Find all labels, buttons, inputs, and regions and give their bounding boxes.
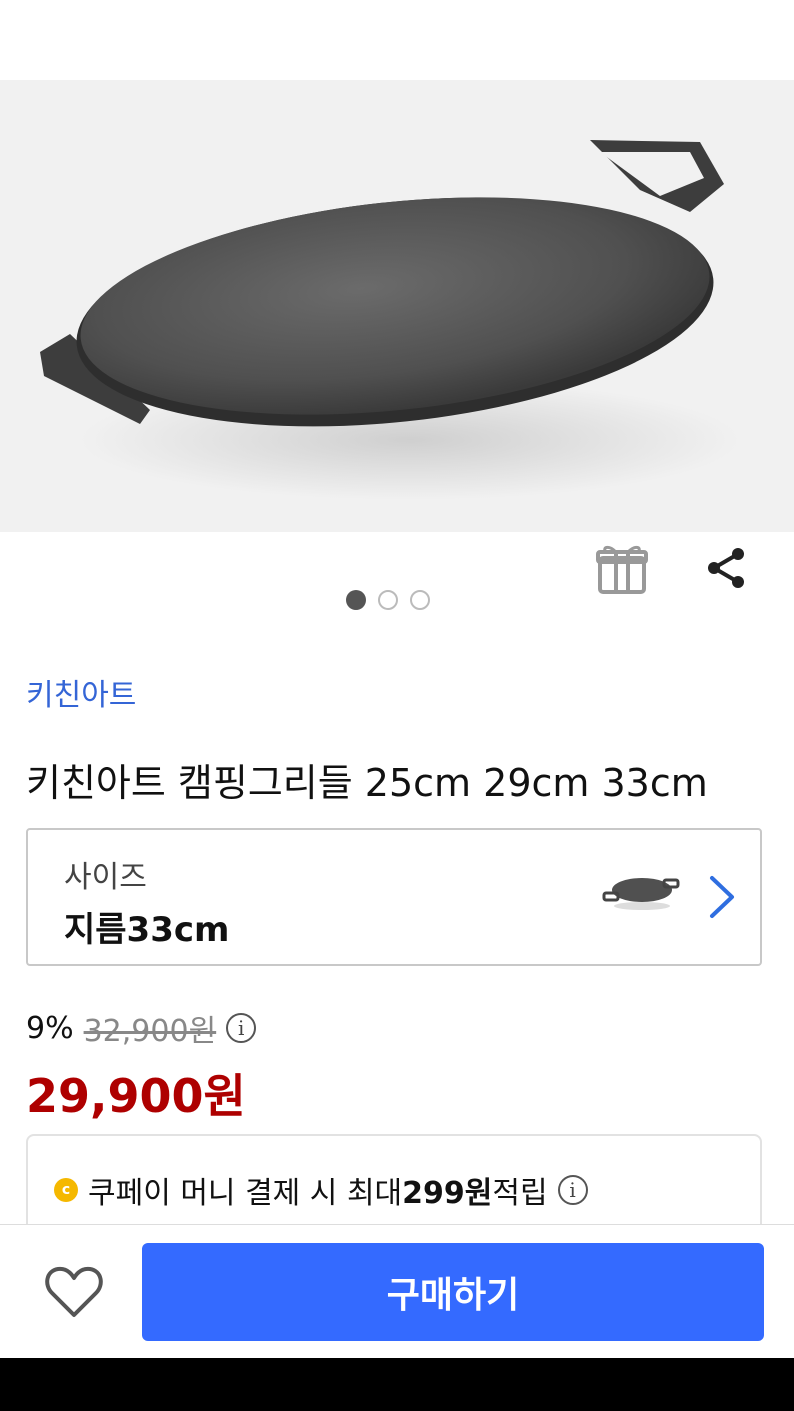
- info-icon[interactable]: i: [226, 1013, 257, 1043]
- carousel-indicator: [346, 590, 430, 610]
- heart-icon[interactable]: [44, 1265, 104, 1323]
- bottom-action-bar: 구매하기: [0, 1224, 794, 1359]
- chevron-right-icon: [708, 874, 736, 924]
- original-price: 32,900원: [83, 1014, 217, 1049]
- share-icon[interactable]: [700, 542, 752, 594]
- info-icon[interactable]: i: [557, 1175, 588, 1205]
- product-image[interactable]: [0, 80, 794, 532]
- option-label: 사이즈: [64, 860, 147, 895]
- sale-price: 29,900원: [26, 1069, 246, 1123]
- gift-icon[interactable]: [592, 538, 652, 598]
- carousel-dot[interactable]: [378, 590, 398, 610]
- option-thumbnail: [600, 866, 684, 920]
- reward-text-after: 적립: [492, 1176, 548, 1211]
- coin-icon: c: [54, 1178, 78, 1202]
- buy-button[interactable]: 구매하기: [142, 1243, 764, 1341]
- option-value: 지름33cm: [64, 910, 230, 950]
- reward-text: c 쿠페이 머니 결제 시 최대 299원 적립 i: [54, 1168, 588, 1212]
- carousel-dot[interactable]: [410, 590, 430, 610]
- carousel-dot[interactable]: [346, 590, 366, 610]
- brand-link[interactable]: 키친아트: [26, 670, 136, 714]
- reward-text-before: 쿠페이 머니 결제 시 최대: [88, 1176, 403, 1211]
- size-option-selector[interactable]: 사이즈 지름33cm: [26, 828, 762, 966]
- price-row: 9% 32,900원 i: [26, 1006, 257, 1050]
- discount-rate: 9%: [26, 1010, 74, 1046]
- system-navigation-bar: [0, 1358, 794, 1411]
- product-title: 키친아트 캠핑그리들 25cm 29cm 33cm: [26, 761, 708, 805]
- reward-amount: 299원: [402, 1176, 493, 1211]
